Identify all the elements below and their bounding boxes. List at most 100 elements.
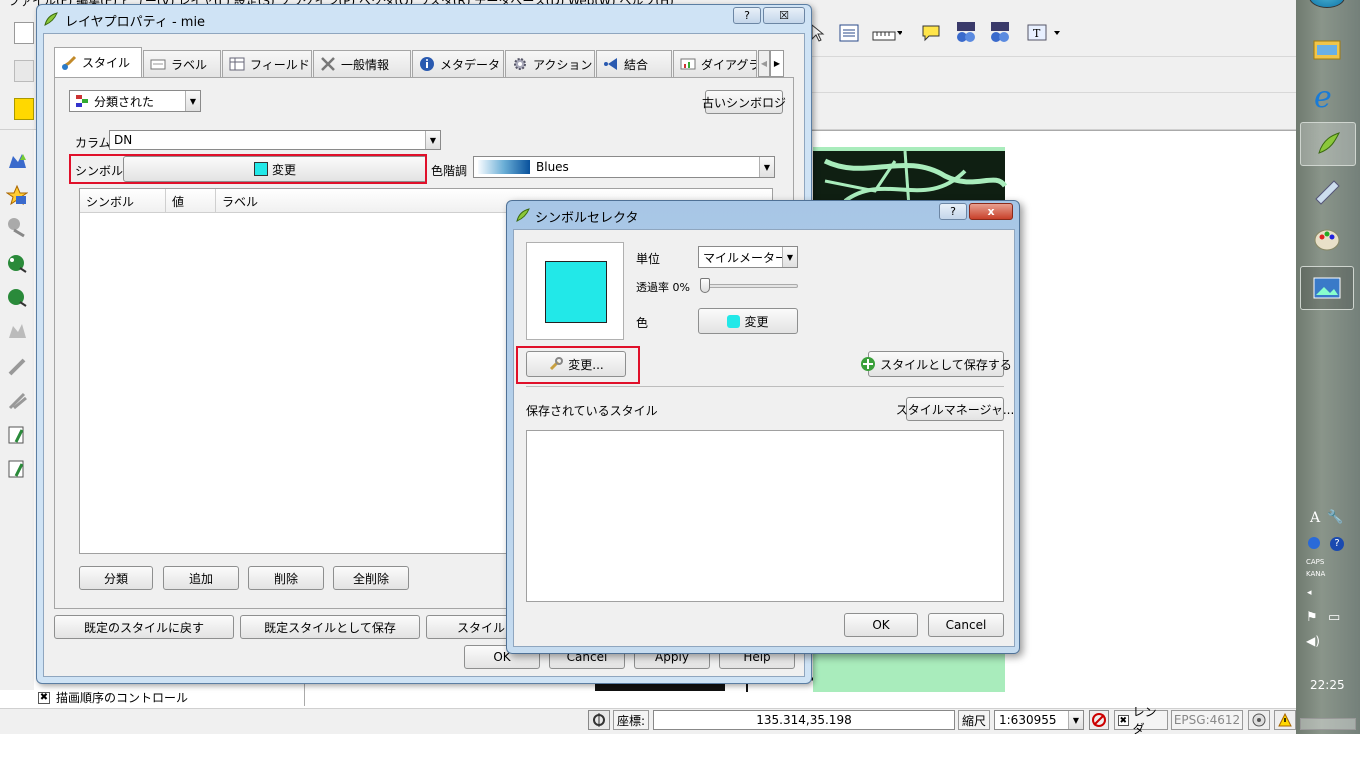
header-value[interactable]: 値 bbox=[166, 189, 216, 213]
chevron-down-icon[interactable]: ▼ bbox=[425, 131, 440, 149]
coordinate-field[interactable]: 135.314,35.198 bbox=[653, 710, 955, 730]
help-icon[interactable]: ? bbox=[1330, 537, 1344, 551]
display-icon[interactable]: ▭ bbox=[1328, 610, 1340, 625]
color-ramp-select[interactable]: Blues ▼ bbox=[473, 156, 775, 178]
clock[interactable]: 22:25 bbox=[1310, 678, 1345, 692]
toolbar-icon-partial[interactable] bbox=[14, 60, 34, 82]
show-bookmarks-icon[interactable] bbox=[988, 20, 1010, 42]
header-symbol[interactable]: シンボル bbox=[80, 189, 166, 213]
attribute-table-icon[interactable] bbox=[838, 22, 860, 44]
delete-class-button[interactable]: 削除 bbox=[248, 566, 324, 590]
header-label[interactable]: ラベル bbox=[216, 189, 516, 213]
transparency-slider[interactable] bbox=[700, 278, 800, 294]
new-spatialite-layer-icon[interactable] bbox=[6, 458, 28, 480]
restore-default-style-button[interactable]: 既定のスタイルに戻す bbox=[54, 615, 234, 639]
ime-icon[interactable]: A bbox=[1310, 510, 1320, 526]
classify-button[interactable]: 分類 bbox=[79, 566, 153, 590]
volume-icon[interactable]: ◀) bbox=[1306, 634, 1320, 648]
diagram-icon bbox=[680, 56, 696, 72]
color-swatch bbox=[727, 314, 741, 328]
remove-layer-icon[interactable] bbox=[6, 216, 28, 238]
projection-icon[interactable] bbox=[1248, 710, 1270, 730]
chevron-down-icon[interactable]: ▼ bbox=[759, 157, 774, 177]
tab-bar: スタイル ラベル フィールド 一般情報 メタデータ アクション 結合 ダイアグ … bbox=[54, 47, 794, 78]
tray-expand-icon[interactable]: ◂ bbox=[1307, 588, 1312, 598]
tab-scroll-right-button[interactable]: ▶ bbox=[770, 50, 784, 77]
add-postgis-layer-icon[interactable] bbox=[6, 320, 28, 342]
save-default-style-button[interactable]: 既定スタイルとして保存 bbox=[240, 615, 420, 639]
title-help-button[interactable]: ? bbox=[733, 7, 761, 24]
explorer-taskbar-icon[interactable] bbox=[1300, 28, 1354, 68]
warning-icon[interactable] bbox=[1274, 710, 1296, 730]
add-wms-layer-icon[interactable] bbox=[6, 252, 28, 274]
add-class-button[interactable]: 追加 bbox=[163, 566, 239, 590]
new-shapefile-icon[interactable] bbox=[6, 424, 28, 446]
unit-label: 単位 bbox=[636, 252, 661, 266]
renderer-select[interactable]: 分類された ▼ bbox=[69, 90, 201, 112]
toolbar-icon-partial[interactable] bbox=[14, 22, 34, 44]
measure-icon[interactable] bbox=[872, 22, 903, 44]
chevron-down-icon[interactable]: ▼ bbox=[782, 247, 797, 267]
qgis-icon bbox=[43, 11, 59, 27]
epsg-button[interactable]: EPSG:4612 bbox=[1171, 710, 1243, 730]
tab-style[interactable]: スタイル bbox=[54, 47, 142, 77]
symbol-selector-dialog: シンボルセレクタ ? x 単位 マイルメーター ▼ 透過率 0% 色 変更 変更.… bbox=[506, 200, 1020, 654]
map-tips-icon[interactable] bbox=[920, 22, 942, 44]
tab-metadata[interactable]: メタデータ bbox=[412, 50, 504, 77]
unit-select[interactable]: マイルメーター ▼ bbox=[698, 246, 798, 268]
ime-tool-icon[interactable]: 🔧 bbox=[1327, 510, 1343, 525]
column-label: カラム bbox=[75, 136, 111, 150]
color-change-button[interactable]: 変更 bbox=[698, 308, 798, 334]
chevron-down-icon[interactable]: ▼ bbox=[1068, 711, 1083, 729]
symbol-ok-button[interactable]: OK bbox=[844, 613, 918, 637]
transparency-label: 透過率 0% bbox=[636, 281, 690, 294]
tab-label[interactable]: ラベル bbox=[143, 50, 221, 77]
internet-explorer-taskbar-icon[interactable]: e bbox=[1300, 74, 1354, 118]
layer-order-checkbox[interactable]: ✖ bbox=[38, 692, 50, 704]
scale-combobox[interactable]: 1:630955 ▼ bbox=[994, 710, 1084, 730]
add-spatialite-layer-icon[interactable] bbox=[6, 356, 28, 378]
qgis-taskbar-icon[interactable] bbox=[1300, 122, 1356, 166]
add-mssql-layer-icon[interactable] bbox=[6, 390, 28, 412]
tab-actions[interactable]: アクション bbox=[505, 50, 595, 77]
add-wfs-layer-icon[interactable] bbox=[6, 286, 28, 308]
title-close-button[interactable]: ☒ bbox=[763, 7, 805, 24]
symbol-preview-square bbox=[545, 261, 607, 323]
saved-styles-list[interactable] bbox=[526, 430, 1004, 602]
old-symbology-button[interactable]: 古いシンボロジ bbox=[702, 90, 786, 114]
tab-joins[interactable]: 結合 bbox=[596, 50, 672, 77]
stop-render-icon[interactable] bbox=[1089, 710, 1109, 730]
photo-viewer-taskbar-icon[interactable] bbox=[1300, 266, 1354, 310]
color-ramp-label: 色階調 bbox=[431, 164, 468, 178]
action-center-icon[interactable]: ⚑ bbox=[1306, 610, 1318, 625]
title-help-button[interactable]: ? bbox=[939, 203, 967, 220]
network-icon[interactable] bbox=[1308, 537, 1320, 549]
toolbar-icon-partial[interactable] bbox=[14, 98, 34, 120]
symbol-cancel-button[interactable]: Cancel bbox=[928, 613, 1004, 637]
slider-handle[interactable] bbox=[700, 278, 710, 293]
symbol-selector-client: 単位 マイルメーター ▼ 透過率 0% 色 変更 変更... スタイルとして保存す… bbox=[513, 229, 1015, 647]
column-select[interactable]: DN ▼ bbox=[109, 130, 441, 150]
scale-label: 縮尺 bbox=[958, 710, 990, 730]
save-as-style-button[interactable]: スタイルとして保存する bbox=[861, 351, 1012, 377]
delete-all-button[interactable]: 全削除 bbox=[333, 566, 409, 590]
new-bookmark-icon[interactable] bbox=[954, 20, 976, 42]
style-manager-button[interactable]: スタイルマネージャ... bbox=[896, 397, 1014, 421]
tab-general[interactable]: 一般情報 bbox=[313, 50, 411, 77]
add-raster-layer-icon[interactable] bbox=[5, 184, 29, 206]
add-vector-layer-icon[interactable] bbox=[6, 150, 28, 172]
title-close-button[interactable]: x bbox=[969, 203, 1013, 220]
app-taskbar-icon[interactable] bbox=[1300, 170, 1354, 214]
coordinate-toggle-icon[interactable] bbox=[588, 710, 610, 730]
gear-icon bbox=[512, 56, 528, 72]
chevron-down-icon[interactable]: ▼ bbox=[185, 91, 200, 111]
tab-fields[interactable]: フィールド bbox=[222, 50, 312, 77]
show-desktop-button[interactable] bbox=[1300, 718, 1356, 730]
text-annotation-icon[interactable]: T bbox=[1026, 22, 1060, 44]
symbol-preview bbox=[526, 242, 624, 340]
paint-taskbar-icon[interactable] bbox=[1300, 218, 1354, 262]
render-checkbox[interactable]: ✖ レンダ bbox=[1114, 705, 1168, 736]
kana-indicator: KANA bbox=[1306, 570, 1326, 578]
tab-scroll-left-button[interactable]: ◀ bbox=[758, 50, 770, 77]
tab-diagrams[interactable]: ダイアグラム bbox=[673, 50, 757, 77]
